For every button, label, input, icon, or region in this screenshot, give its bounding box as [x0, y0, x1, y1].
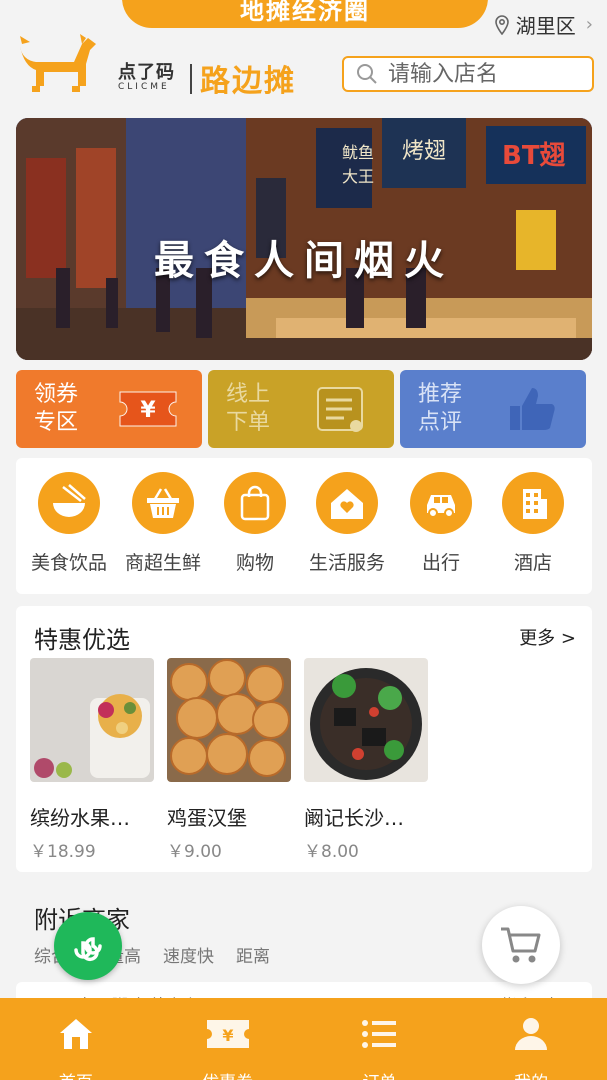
product-image-fruit: [30, 658, 154, 782]
nav-label: 优惠券: [152, 1068, 304, 1080]
nav-home[interactable]: 首页: [0, 998, 152, 1080]
specials-panel: 特惠优选 更多 > 缤纷水果… ￥18.99 鸡蛋汉堡 ￥9.00 阚记长沙… …: [16, 606, 592, 872]
mini-program-icon: [74, 937, 102, 962]
hotel-icon: [523, 489, 547, 519]
online-order-tile[interactable]: 线上 下单: [208, 370, 394, 448]
hero-slogan: 最食人间烟火: [154, 238, 454, 284]
svg-text:烤翅: 烤翅: [402, 139, 446, 164]
category-life-services[interactable]: 生活服务: [300, 472, 394, 575]
home-heart-icon: [331, 489, 363, 519]
category-travel[interactable]: 出行: [394, 472, 488, 575]
nav-profile[interactable]: 我的: [455, 998, 607, 1080]
brand-small-en: CLICME: [118, 82, 170, 92]
nav-label: 首页: [0, 1068, 152, 1080]
mini-program-button[interactable]: [54, 912, 122, 980]
recommend-review-tile[interactable]: 推荐 点评: [400, 370, 586, 448]
bottom-navigation: 首页 ¥ 优惠券 订单 我的: [0, 998, 607, 1080]
brand-small: 点了码 CLICME: [118, 58, 175, 92]
cart-button[interactable]: [482, 906, 560, 984]
category-food-drink[interactable]: 美食饮品: [22, 472, 116, 575]
filter-speed[interactable]: 速度快: [163, 942, 214, 967]
shopping-bag-icon: [240, 485, 270, 521]
tile-label-line1: 线上: [226, 382, 271, 407]
product-name: 鸡蛋汉堡: [167, 806, 247, 830]
search-icon: [357, 64, 377, 84]
tile-label-line2: 专区: [34, 410, 79, 435]
cart-icon: [501, 927, 541, 963]
order-list-icon: [317, 387, 363, 432]
category-supermarket[interactable]: 商超生鲜: [116, 472, 210, 575]
product-image-burger: [167, 658, 291, 782]
product-price: ￥9.00: [167, 842, 222, 862]
nav-orders[interactable]: 订单: [304, 998, 456, 1080]
product-price: ￥18.99: [30, 842, 96, 862]
category-label: 酒店: [513, 552, 552, 574]
search-input[interactable]: [388, 61, 578, 87]
user-icon: [515, 1018, 548, 1050]
list-icon: [362, 1020, 397, 1048]
svg-text:BT翅: BT翅: [502, 141, 566, 171]
brand-small-cn: 点了码: [118, 62, 175, 83]
tile-label-line2: 下单: [226, 410, 271, 435]
top-banner: 地摊经济圈: [122, 0, 488, 28]
hero-sign-1: 鱿鱼: [342, 143, 374, 162]
yen-ticket-icon: ¥: [119, 391, 177, 427]
svg-text:大王: 大王: [342, 167, 374, 186]
product-image-tofu: [304, 658, 428, 782]
car-icon: [427, 495, 455, 518]
tile-label-line1: 领券: [34, 382, 79, 407]
filter-distance[interactable]: 距离: [236, 942, 270, 967]
product-card[interactable]: 鸡蛋汉堡 ￥9.00: [167, 658, 291, 862]
coupon-zone-tile[interactable]: 领券专区 ¥: [16, 370, 202, 448]
nav-label: 我的: [455, 1068, 607, 1080]
basket-icon: [147, 488, 179, 518]
nav-coupons[interactable]: ¥ 优惠券: [152, 998, 304, 1080]
home-icon: [59, 1019, 92, 1049]
specials-more-link[interactable]: 更多 >: [519, 624, 576, 650]
svg-text:¥: ¥: [140, 398, 156, 423]
nav-label: 订单: [304, 1068, 456, 1080]
product-name: 缤纷水果…: [30, 806, 130, 830]
product-price: ￥8.00: [304, 842, 359, 862]
category-hotel[interactable]: 酒店: [486, 472, 580, 575]
bowl-icon: [53, 484, 86, 517]
search-box[interactable]: [342, 56, 594, 92]
specials-title: 特惠优选: [34, 626, 130, 654]
category-shopping[interactable]: 购物: [208, 472, 302, 575]
category-label: 购物: [235, 552, 274, 574]
category-panel: 美食饮品 商超生鲜 购物 生活服务 出行 酒店: [16, 458, 592, 594]
coupon-icon: ¥: [206, 1020, 249, 1048]
tile-label-line1: 推荐: [418, 382, 463, 407]
category-label: 出行: [421, 552, 460, 574]
svg-text:¥: ¥: [222, 1026, 233, 1045]
tile-label-line2: 点评: [418, 410, 463, 435]
horse-logo-icon: [20, 34, 96, 92]
category-label: 美食饮品: [30, 552, 107, 574]
category-label: 生活服务: [308, 552, 385, 574]
product-card[interactable]: 阚记长沙… ￥8.00: [304, 658, 428, 862]
product-card[interactable]: 缤纷水果… ￥18.99: [30, 658, 154, 862]
product-name: 阚记长沙…: [304, 806, 404, 830]
category-label: 商超生鲜: [124, 552, 201, 574]
thumbs-up-icon: [510, 388, 555, 430]
hero-banner[interactable]: 鱿鱼 大王 烤翅 BT翅 最食人间烟火: [16, 118, 592, 360]
header: 点了码 CLICME 路边摊: [0, 30, 607, 110]
brand-title: 路边摊: [200, 64, 296, 99]
brand-divider: [190, 64, 192, 94]
